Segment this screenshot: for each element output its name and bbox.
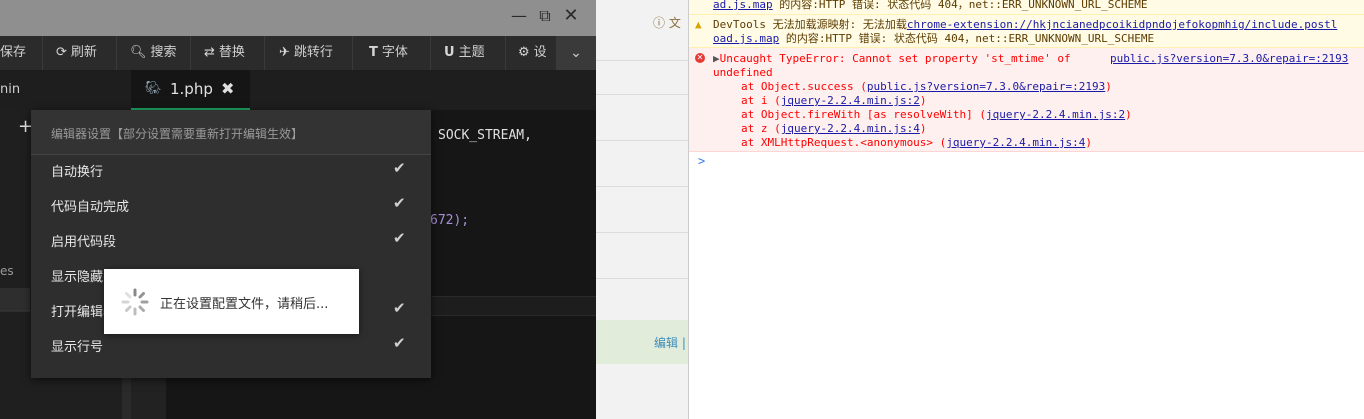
maximize-icon[interactable]: ⧉: [535, 6, 555, 26]
search-icon: 🔍︎: [130, 45, 147, 60]
font-icon: T: [369, 45, 378, 60]
minimize-icon[interactable]: —: [509, 6, 529, 26]
option-autocomplete[interactable]: 代码自动完成 ✔: [31, 187, 431, 222]
close-icon[interactable]: ✖: [221, 79, 234, 98]
save-button[interactable]: 保存: [0, 36, 26, 70]
font-button[interactable]: T 字体: [369, 36, 408, 70]
error-message-cont: undefined: [713, 66, 773, 79]
error-message[interactable]: ▶Uncaught TypeError: Cannot set property…: [713, 52, 1071, 66]
sidebar-selected-item[interactable]: [0, 288, 30, 312]
refresh-button[interactable]: ⟳ 刷新: [56, 36, 97, 70]
source-link[interactable]: chrome-extension://hkjncianedpcoikidpndo…: [907, 18, 1337, 31]
check-icon: ✔: [393, 299, 406, 317]
source-link[interactable]: ad.js.map: [713, 0, 773, 11]
warning-icon: ▲: [695, 18, 702, 31]
stack-frame: at Object.success (public.js?version=7.3…: [741, 80, 1112, 93]
chevron-down-icon: ⌄: [570, 45, 582, 61]
more-button[interactable]: ⌄: [556, 36, 596, 70]
editor-settings-menu: 编辑器设置【部分设置需要重新打开编辑生效】 自动换行 ✔ 代码自动完成 ✔ 启用代码…: [31, 110, 431, 378]
close-icon[interactable]: ✕: [561, 6, 581, 26]
stack-frame: at XMLHttpRequest.<anonymous> (jquery-2.…: [741, 136, 1093, 149]
sidebar-item[interactable]: es: [0, 264, 14, 278]
code-text-line: SOCK_STREAM,: [438, 128, 532, 143]
check-icon: ✔: [393, 194, 406, 212]
php-file-icon: 🐘︎: [145, 81, 162, 96]
goto-icon: ✈: [279, 45, 290, 60]
webpage-area: ⓘ 文 编辑 | — ⧉ ✕ 保存 ⟳ 刷新 🔍︎ 搜索 ⇄ 替换 ✈ 跳转行 T 字体 …: [0, 0, 688, 419]
toast-message: 正在设置配置文件，请稍后...: [160, 297, 329, 312]
theme-icon: U: [444, 45, 455, 60]
editor-toolbar: 保存 ⟳ 刷新 🔍︎ 搜索 ⇄ 替换 ✈ 跳转行 T 字体 U 主题 ⚙ 设 ⌄: [0, 36, 596, 70]
check-icon: ✔: [393, 159, 406, 177]
expand-icon[interactable]: ▶: [713, 52, 720, 65]
replace-button[interactable]: ⇄ 替换: [204, 36, 245, 70]
page-edit-link[interactable]: 编辑 |: [654, 334, 686, 351]
tab-1-php[interactable]: 🐘︎ 1.php ✖: [131, 70, 250, 110]
goto-line-button[interactable]: ✈ 跳转行: [279, 36, 333, 70]
error-icon: ✕: [695, 53, 705, 63]
check-icon: ✔: [393, 229, 406, 247]
search-button[interactable]: 🔍︎ 搜索: [130, 36, 177, 70]
option-word-wrap[interactable]: 自动换行 ✔: [31, 152, 431, 187]
stack-frame: at z (jquery-2.2.4.min.js:4): [741, 122, 927, 135]
theme-button[interactable]: U 主题: [444, 36, 485, 70]
console-warning: ad.js.map 的内容:HTTP 错误: 状态代码 404，net::ERR…: [689, 0, 1364, 15]
console-warning: ▲ DevTools 无法加载源映射: 无法加载chrome-extension…: [689, 15, 1364, 48]
editor-titlebar: — ⧉ ✕: [0, 0, 596, 36]
stack-frame: at Object.fireWith [as resolveWith] (jqu…: [741, 108, 1132, 121]
code-text-line: 672);: [430, 213, 470, 228]
settings-header: 编辑器设置【部分设置需要重新打开编辑生效】: [31, 110, 431, 155]
page-notice: ⓘ 文: [653, 16, 681, 30]
settings-button[interactable]: ⚙ 设: [518, 36, 547, 70]
stack-frame: at i (jquery-2.2.4.min.js:2): [741, 94, 927, 107]
sidebar-title: nin: [0, 82, 21, 97]
source-link[interactable]: oad.js.map: [713, 32, 779, 45]
gear-icon: ⚙: [518, 45, 530, 60]
tab-label: 1.php: [170, 80, 213, 98]
replace-icon: ⇄: [204, 45, 215, 60]
spinner-icon: [121, 288, 149, 316]
loading-toast: 正在设置配置文件，请稍后...: [104, 269, 359, 334]
source-link[interactable]: public.js?version=7.3.0&repair=:2193: [1110, 52, 1348, 66]
refresh-icon: ⟳: [56, 45, 67, 60]
option-snippets[interactable]: 启用代码段 ✔: [31, 222, 431, 257]
check-icon: ✔: [393, 334, 406, 352]
devtools-console: ad.js.map 的内容:HTTP 错误: 状态代码 404，net::ERR…: [688, 0, 1364, 419]
info-icon: ⓘ: [653, 16, 669, 30]
tab-bar: [0, 70, 596, 110]
console-prompt[interactable]: >: [698, 154, 705, 168]
